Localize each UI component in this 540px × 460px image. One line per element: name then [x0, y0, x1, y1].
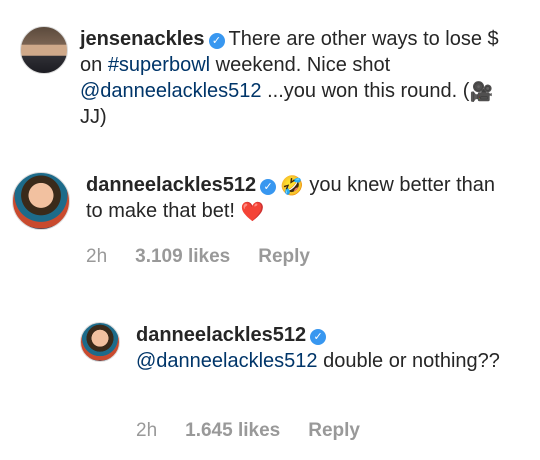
rofl-icon: 🤣	[280, 176, 304, 197]
username-link[interactable]: jensenackles	[80, 28, 205, 50]
comment-text: danneelackles512 ✓ @danneelackles512 doubl…	[136, 322, 506, 374]
comment-text-part: double or nothing??	[317, 350, 500, 372]
comment-meta: 2h 3.109 likes Reply	[86, 246, 310, 268]
username-link[interactable]: danneelackles512	[86, 174, 256, 196]
comment-danneelackles512: danneelackles512 ✓ 🤣 you knew better than …	[12, 172, 522, 230]
mention-link[interactable]: @danneelackles512	[80, 80, 262, 102]
comment-text-part: JJ)	[80, 106, 107, 128]
mention-link[interactable]: @danneelackles512	[136, 350, 318, 372]
avatar[interactable]	[12, 172, 70, 230]
reply-comment-danneelackles512: danneelackles512 ✓ @danneelackles512 doubl…	[80, 322, 520, 374]
likes-count[interactable]: 3.109 likes	[135, 246, 230, 268]
verified-check-icon: ✓	[260, 179, 277, 195]
red-heart-icon: ❤️	[240, 202, 265, 223]
comment-text: danneelackles512 ✓ 🤣 you knew better than …	[86, 172, 516, 224]
reply-button[interactable]: Reply	[308, 420, 360, 442]
hashtag-link[interactable]: #superbowl	[108, 54, 210, 76]
avatar[interactable]	[80, 322, 120, 362]
movie-camera-icon: 🎥	[469, 82, 494, 103]
avatar[interactable]	[20, 26, 68, 74]
timestamp: 2h	[86, 246, 108, 267]
comment-jensenackles: jensenackles ✓ There are other ways to los…	[20, 26, 520, 130]
timestamp: 2h	[136, 420, 158, 441]
username-link[interactable]: danneelackles512	[136, 324, 306, 346]
comment-meta: 2h 1.645 likes Reply	[136, 420, 360, 442]
comment-text-part: ...you won this round. (	[261, 80, 470, 102]
verified-check-icon: ✓	[310, 329, 327, 345]
reply-button[interactable]: Reply	[258, 246, 310, 268]
comment-text-part: weekend. Nice shot	[210, 54, 391, 76]
comment-text: jensenackles ✓ There are other ways to los…	[80, 26, 510, 130]
verified-check-icon: ✓	[208, 33, 225, 49]
likes-count[interactable]: 1.645 likes	[185, 420, 280, 442]
